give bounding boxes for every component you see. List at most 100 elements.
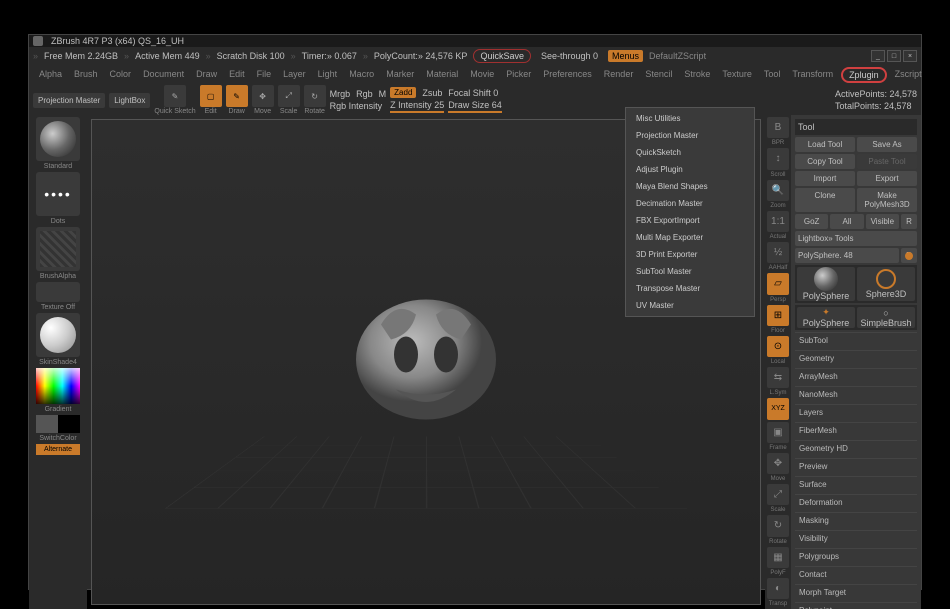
accordion-polygroups[interactable]: Polygroups (795, 548, 917, 564)
persp-icon[interactable]: ▱ (767, 273, 789, 294)
export-button[interactable]: Export (857, 171, 917, 186)
color-picker[interactable] (36, 368, 80, 404)
accordion-masking[interactable]: Masking (795, 512, 917, 528)
save-as-button[interactable]: Save As (857, 137, 917, 152)
scale-nav-icon[interactable]: ⤢ (767, 484, 789, 505)
maximize-icon[interactable]: □ (887, 50, 901, 62)
accordion-arraymesh[interactable]: ArrayMesh (795, 368, 917, 384)
copy-tool-button[interactable]: Copy Tool (795, 154, 855, 169)
projection-master-button[interactable]: Projection Master (33, 93, 105, 108)
goz-r-button[interactable]: R (901, 214, 917, 229)
accordion-fibermesh[interactable]: FiberMesh (795, 422, 917, 438)
accordion-morphtarget[interactable]: Morph Target (795, 584, 917, 600)
menu-movie[interactable]: Movie (466, 67, 498, 83)
bpr-icon[interactable]: B (767, 117, 789, 138)
move-button[interactable]: ✥ (252, 85, 274, 107)
draw-button[interactable]: ✎ (226, 85, 248, 107)
accordion-geometryhd[interactable]: Geometry HD (795, 440, 917, 456)
menu-transform[interactable]: Transform (788, 67, 837, 83)
accordion-surface[interactable]: Surface (795, 476, 917, 492)
menus-button[interactable]: Menus (608, 50, 643, 62)
zsub-toggle[interactable]: Zsub (422, 88, 442, 98)
menu-brush[interactable]: Brush (70, 67, 102, 83)
menu-light[interactable]: Light (314, 67, 342, 83)
zadd-toggle[interactable]: Zadd (390, 87, 416, 98)
accordion-contact[interactable]: Contact (795, 566, 917, 582)
make-polymesh-button[interactable]: Make PolyMesh3D (857, 188, 917, 212)
menu-file[interactable]: File (253, 67, 276, 83)
texture-thumb[interactable] (36, 282, 80, 302)
alternate-button[interactable]: Alternate (36, 444, 80, 455)
accordion-layers[interactable]: Layers (795, 404, 917, 420)
menu-render[interactable]: Render (600, 67, 638, 83)
close-icon[interactable]: × (903, 50, 917, 62)
dropdown-uvmaster[interactable]: UV Master (626, 297, 754, 314)
menu-layer[interactable]: Layer (279, 67, 310, 83)
menu-zscript[interactable]: Zscript (891, 67, 926, 83)
lsym-icon[interactable]: ⇆ (767, 367, 789, 388)
accordion-visibility[interactable]: Visibility (795, 530, 917, 546)
dropdown-maya[interactable]: Maya Blend Shapes (626, 178, 754, 195)
tool-slot-1[interactable]: PolySphere (797, 267, 855, 301)
menu-stencil[interactable]: Stencil (641, 67, 676, 83)
zoom-icon[interactable]: 🔍 (767, 180, 789, 201)
goz-visible-button[interactable]: Visible (866, 214, 899, 229)
scale-button[interactable]: ⤢ (278, 85, 300, 107)
goz-all-button[interactable]: All (830, 214, 863, 229)
rotate-button[interactable]: ↻ (304, 85, 326, 107)
menu-material[interactable]: Material (422, 67, 462, 83)
quicksketch-icon[interactable]: ✎ (164, 85, 186, 107)
dropdown-adjust[interactable]: Adjust Plugin (626, 161, 754, 178)
paste-tool-button[interactable]: Paste Tool (857, 154, 917, 169)
clone-button[interactable]: Clone (795, 188, 855, 212)
seethrough-slider[interactable]: See-through 0 (537, 50, 602, 62)
rotate-nav-icon[interactable]: ↻ (767, 515, 789, 536)
menu-texture[interactable]: Texture (718, 67, 756, 83)
move-nav-icon[interactable]: ✥ (767, 453, 789, 474)
current-tool[interactable]: PolySphere. 48 (795, 248, 899, 263)
menu-alpha[interactable]: Alpha (35, 67, 66, 83)
quicksave-button[interactable]: QuickSave (473, 49, 531, 63)
menu-zplugin[interactable]: Zplugin (841, 67, 887, 83)
color-swatch[interactable] (36, 415, 80, 433)
menu-preferences[interactable]: Preferences (539, 67, 596, 83)
goz-button[interactable]: GoZ (795, 214, 828, 229)
draw-size-slider[interactable]: Draw Size 64 (448, 100, 502, 113)
alpha-thumb[interactable] (36, 227, 80, 271)
tool-slot-4[interactable]: ○SimpleBrush (857, 307, 915, 328)
dropdown-3dprint[interactable]: 3D Print Exporter (626, 246, 754, 263)
import-button[interactable]: Import (795, 171, 855, 186)
menu-marker[interactable]: Marker (382, 67, 418, 83)
dropdown-decimation[interactable]: Decimation Master (626, 195, 754, 212)
dropdown-multimap[interactable]: Multi Map Exporter (626, 229, 754, 246)
menu-document[interactable]: Document (139, 67, 188, 83)
accordion-subtool[interactable]: SubTool (795, 332, 917, 348)
m-toggle[interactable]: M (379, 89, 387, 99)
rgb-toggle[interactable]: Rgb (356, 89, 373, 99)
minimize-icon[interactable]: _ (871, 50, 885, 62)
accordion-geometry[interactable]: Geometry (795, 350, 917, 366)
accordion-preview[interactable]: Preview (795, 458, 917, 474)
dropdown-projection[interactable]: Projection Master (626, 127, 754, 144)
menu-draw[interactable]: Draw (192, 67, 221, 83)
menu-picker[interactable]: Picker (502, 67, 535, 83)
brush-thumb[interactable] (36, 117, 80, 161)
dropdown-quicksketch[interactable]: QuickSketch (626, 144, 754, 161)
tool-slot-2[interactable]: Sphere3D (857, 267, 915, 301)
menu-macro[interactable]: Macro (345, 67, 378, 83)
actual-icon[interactable]: 1:1 (767, 211, 789, 232)
transp-icon[interactable]: ◐ (767, 578, 789, 599)
tool-slot-3[interactable]: ✦PolySphere (797, 307, 855, 328)
scroll-icon[interactable]: ↕ (767, 148, 789, 169)
mrgb-toggle[interactable]: Mrgb (330, 89, 351, 99)
rgb-intensity-slider[interactable]: Rgb Intensity (330, 101, 387, 111)
menu-edit[interactable]: Edit (225, 67, 249, 83)
accordion-deformation[interactable]: Deformation (795, 494, 917, 510)
xyz-icon[interactable]: XYZ (767, 398, 789, 419)
load-tool-button[interactable]: Load Tool (795, 137, 855, 152)
frame-icon[interactable]: ▣ (767, 422, 789, 443)
dropdown-fbx[interactable]: FBX ExportImport (626, 212, 754, 229)
material-thumb[interactable] (36, 313, 80, 357)
z-intensity-slider[interactable]: Z Intensity 25 (390, 100, 444, 113)
lightbox-button[interactable]: LightBox (109, 93, 150, 108)
